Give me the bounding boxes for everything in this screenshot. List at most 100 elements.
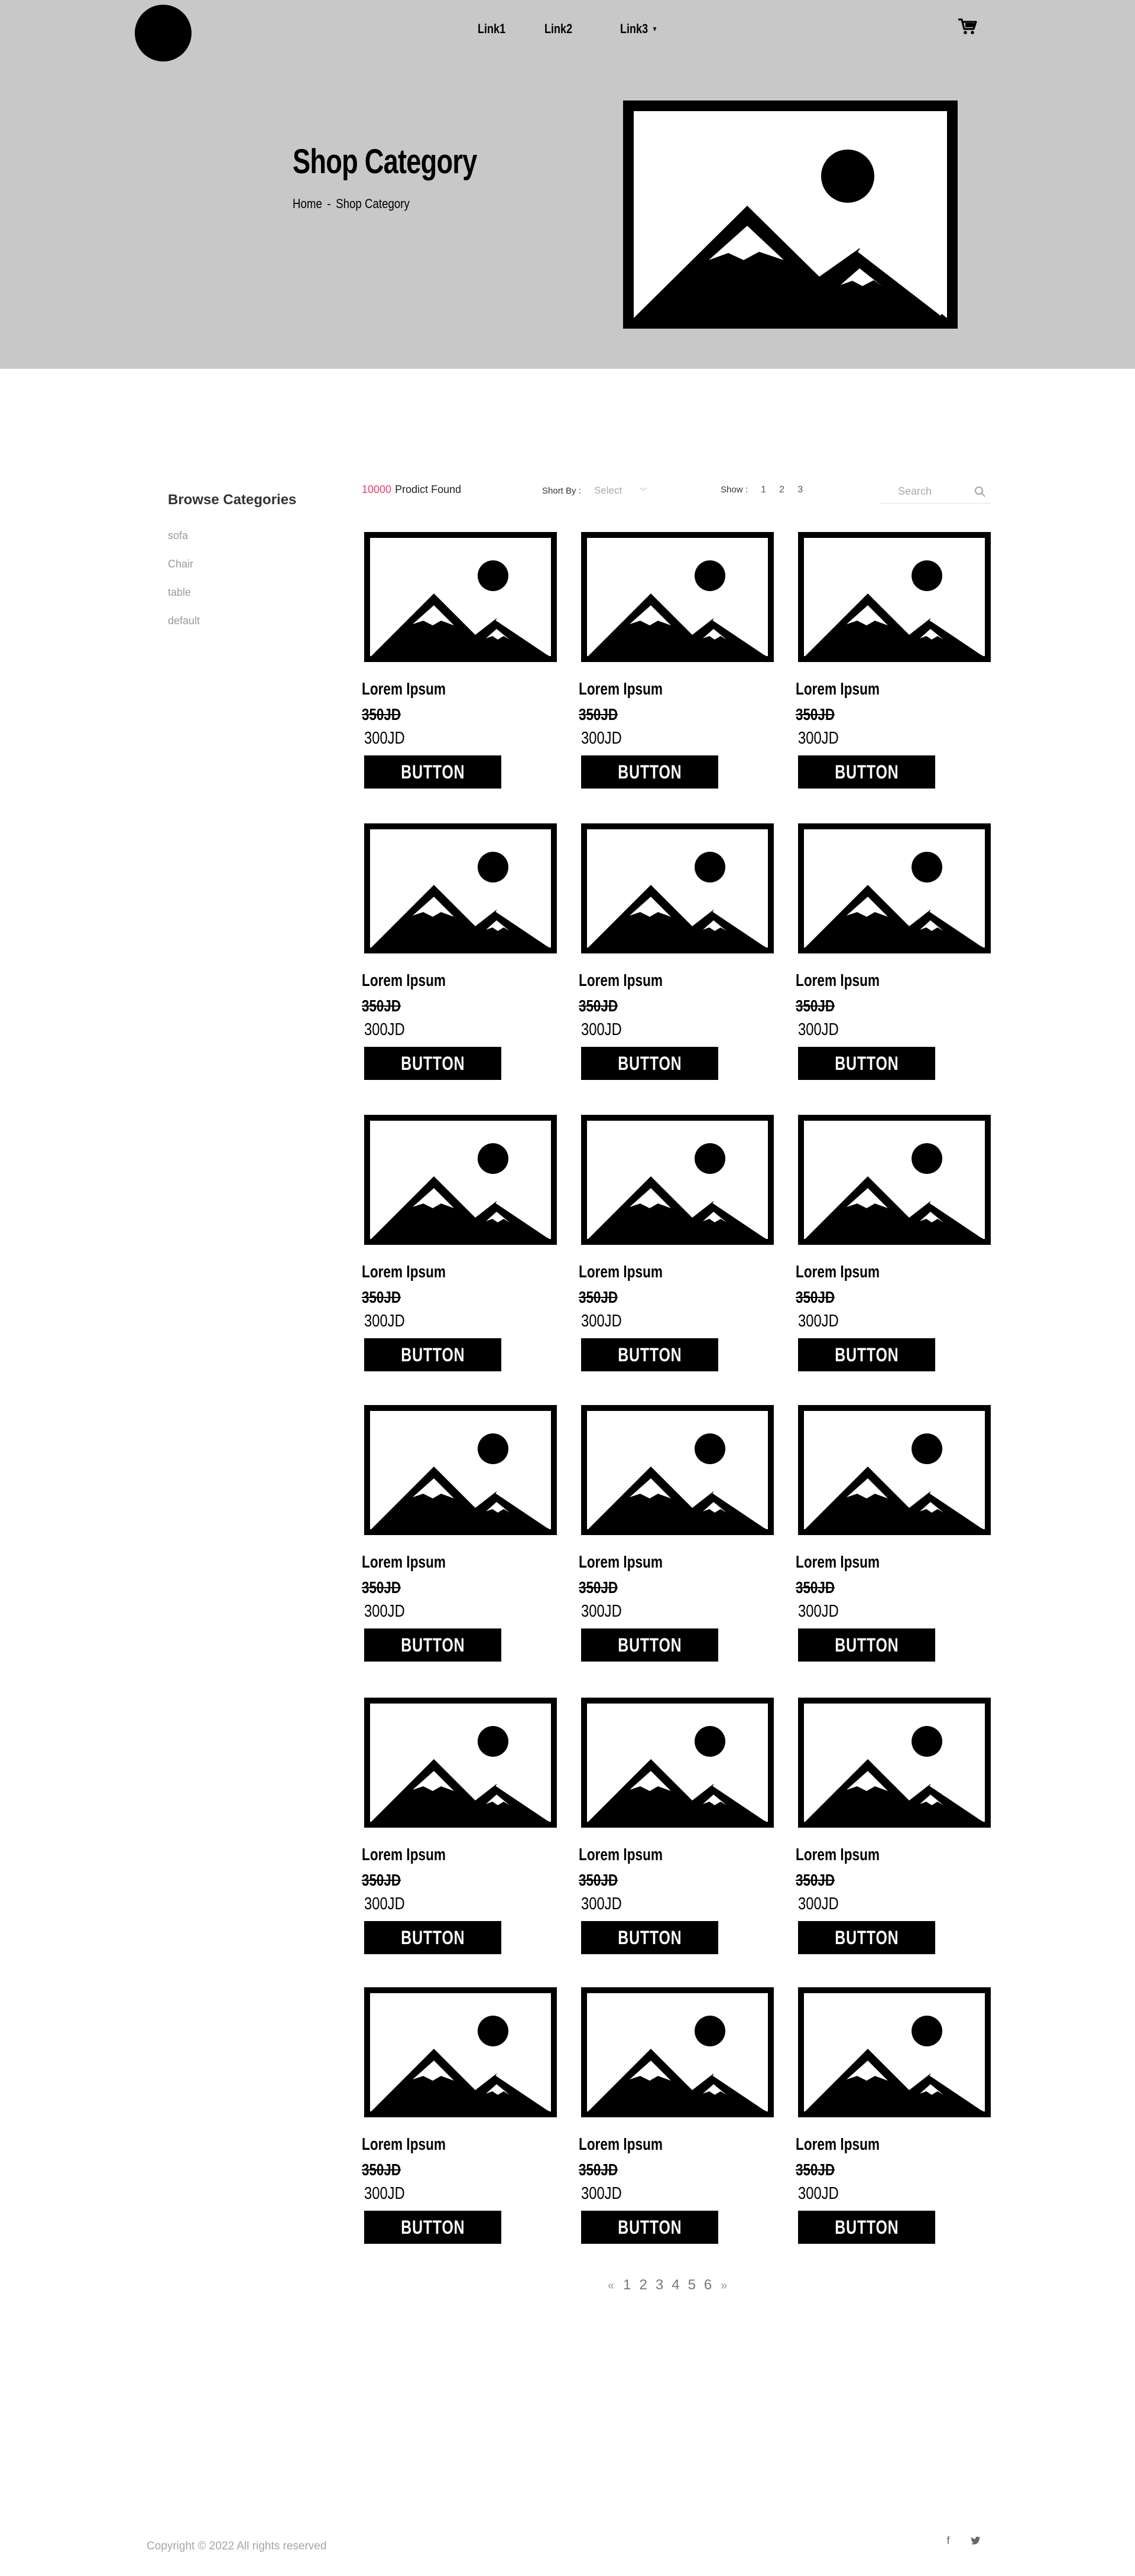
product-title[interactable]: Lorem Ipsum — [579, 1263, 663, 1282]
product-title[interactable]: Lorem Ipsum — [796, 1553, 880, 1572]
product-old-price: 350JD — [579, 1871, 618, 1889]
product-image-placeholder[interactable] — [581, 1405, 774, 1535]
pagination-next-icon[interactable]: » — [721, 2279, 727, 2293]
page-link-4[interactable]: 4 — [672, 2277, 679, 2293]
hero-image-placeholder — [623, 100, 958, 329]
product-title[interactable]: Lorem Ipsum — [796, 2135, 880, 2155]
product-image-placeholder[interactable] — [798, 823, 991, 953]
product-button[interactable]: BUTTON — [798, 1628, 935, 1662]
search-icon[interactable] — [974, 485, 987, 498]
show-option-3[interactable]: 3 — [797, 485, 803, 495]
product-image-placeholder[interactable] — [581, 1987, 774, 2117]
product-button[interactable]: BUTTON — [798, 1338, 935, 1371]
product-title[interactable]: Lorem Ipsum — [796, 1263, 880, 1282]
nav-link-2[interactable]: Link2 — [544, 21, 572, 37]
breadcrumb: Home - Shop Category — [293, 196, 410, 212]
product-title[interactable]: Lorem Ipsum — [796, 680, 880, 699]
product-title[interactable]: Lorem Ipsum — [362, 680, 446, 699]
product-button[interactable]: BUTTON — [364, 1628, 501, 1662]
product-image-placeholder[interactable] — [581, 532, 774, 662]
product-card: Lorem Ipsum 350JD 300JD BUTTON — [796, 1115, 997, 1375]
product-button[interactable]: BUTTON — [364, 1921, 501, 1954]
category-item-default[interactable]: default — [168, 614, 357, 642]
product-button[interactable]: BUTTON — [581, 2211, 718, 2244]
product-image-placeholder[interactable] — [798, 1987, 991, 2117]
product-button[interactable]: BUTTON — [798, 2211, 935, 2244]
product-button[interactable]: BUTTON — [581, 1921, 718, 1954]
product-button[interactable]: BUTTON — [364, 1047, 501, 1080]
product-image-placeholder[interactable] — [581, 823, 774, 953]
product-button-label: BUTTON — [617, 761, 682, 783]
page-link-1[interactable]: 1 — [623, 2277, 631, 2293]
page-link-5[interactable]: 5 — [688, 2277, 696, 2293]
product-title[interactable]: Lorem Ipsum — [796, 971, 880, 991]
product-image-placeholder[interactable] — [364, 1405, 557, 1535]
product-image-placeholder[interactable] — [364, 1698, 557, 1828]
product-count: 10000 Prodict Found — [362, 484, 461, 496]
product-old-price: 350JD — [579, 997, 618, 1015]
product-image-placeholder[interactable] — [581, 1698, 774, 1828]
product-image-placeholder[interactable] — [364, 532, 557, 662]
product-button-label: BUTTON — [617, 1926, 682, 1948]
product-image-placeholder[interactable] — [798, 1405, 991, 1535]
sidebar-title: Browse Categories — [168, 492, 297, 508]
product-button[interactable]: BUTTON — [364, 2211, 501, 2244]
product-button[interactable]: BUTTON — [798, 1921, 935, 1954]
page-link-2[interactable]: 2 — [639, 2277, 647, 2293]
nav-link-3-dropdown[interactable]: Link3 ▼ — [620, 21, 657, 37]
product-button[interactable]: BUTTON — [581, 1047, 718, 1080]
show-option-2[interactable]: 2 — [779, 485, 784, 495]
product-card: Lorem Ipsum 350JD 300JD BUTTON — [362, 1405, 563, 1665]
show-option-1[interactable]: 1 — [761, 485, 766, 495]
product-image-placeholder[interactable] — [798, 1115, 991, 1245]
twitter-icon[interactable] — [969, 2535, 981, 2546]
product-image-placeholder[interactable] — [798, 532, 991, 662]
product-title[interactable]: Lorem Ipsum — [579, 1845, 663, 1865]
breadcrumb-home[interactable]: Home — [293, 196, 322, 211]
facebook-icon[interactable]: f — [942, 2535, 954, 2546]
product-button[interactable]: BUTTON — [798, 1047, 935, 1080]
product-image-placeholder[interactable] — [364, 1115, 557, 1245]
product-button-label: BUTTON — [834, 1926, 899, 1948]
product-title[interactable]: Lorem Ipsum — [362, 1263, 446, 1282]
product-button[interactable]: BUTTON — [364, 1338, 501, 1371]
product-title[interactable]: Lorem Ipsum — [579, 2135, 663, 2155]
product-button-label: BUTTON — [617, 1344, 682, 1365]
product-title[interactable]: Lorem Ipsum — [579, 971, 663, 991]
pagination-prev-icon[interactable]: « — [608, 2279, 614, 2293]
search-input[interactable] — [879, 480, 968, 502]
category-item-sofa[interactable]: sofa — [168, 528, 357, 557]
product-button[interactable]: BUTTON — [798, 755, 935, 789]
product-price: 300JD — [798, 1312, 839, 1331]
product-title[interactable]: Lorem Ipsum — [362, 2135, 446, 2155]
product-title[interactable]: Lorem Ipsum — [362, 1845, 446, 1865]
product-button[interactable]: BUTTON — [581, 755, 718, 789]
product-image-placeholder[interactable] — [364, 1987, 557, 2117]
nav-link-1[interactable]: Link1 — [478, 21, 505, 37]
page-link-6[interactable]: 6 — [704, 2277, 712, 2293]
product-title[interactable]: Lorem Ipsum — [579, 1553, 663, 1572]
product-title[interactable]: Lorem Ipsum — [796, 1845, 880, 1865]
product-old-price: 350JD — [796, 997, 835, 1015]
product-button[interactable]: BUTTON — [364, 755, 501, 789]
product-button[interactable]: BUTTON — [581, 1628, 718, 1662]
product-old-price: 350JD — [579, 2160, 618, 2179]
cart-icon[interactable] — [958, 18, 978, 35]
product-button[interactable]: BUTTON — [581, 1338, 718, 1371]
product-title[interactable]: Lorem Ipsum — [362, 1553, 446, 1572]
sort-select[interactable]: Select ﹀ — [594, 485, 647, 497]
sort-control: Short By : Select ﹀ — [542, 485, 647, 497]
product-button-label: BUTTON — [400, 1344, 465, 1365]
product-old-price: 350JD — [579, 1578, 618, 1597]
product-image-placeholder[interactable] — [581, 1115, 774, 1245]
product-image-placeholder[interactable] — [364, 823, 557, 953]
product-title[interactable]: Lorem Ipsum — [579, 680, 663, 699]
product-title[interactable]: Lorem Ipsum — [362, 971, 446, 991]
category-item-chair[interactable]: Chair — [168, 557, 357, 585]
page-link-3[interactable]: 3 — [656, 2277, 663, 2293]
category-item-table[interactable]: table — [168, 585, 357, 614]
breadcrumb-current: Shop Category — [336, 196, 410, 211]
product-image-placeholder[interactable] — [798, 1698, 991, 1828]
product-price: 300JD — [364, 1312, 405, 1331]
product-price: 300JD — [798, 1894, 839, 1913]
